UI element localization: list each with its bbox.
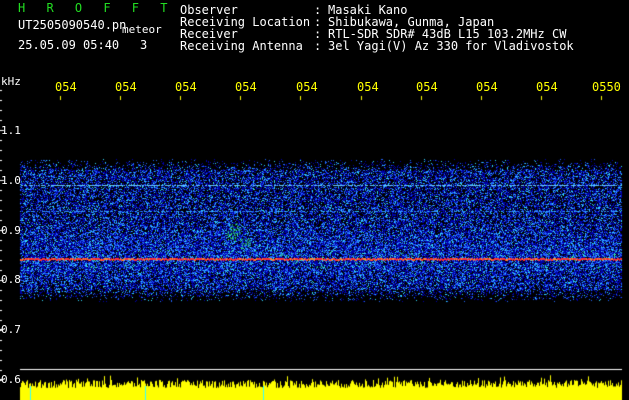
waterfall-canvas — [0, 0, 629, 400]
x-tick: 054 — [296, 80, 318, 94]
x-tick: 054 — [476, 80, 498, 94]
x-tick: 0550 — [592, 80, 621, 94]
y-tick: 1.1 — [1, 124, 21, 137]
antenna-value: 3el Yagi(V) Az 330 for Vladivostok — [328, 39, 574, 53]
antenna-label: Receiving Antenna — [180, 39, 303, 53]
y-unit-label: kHz — [1, 75, 21, 88]
x-tick: 054 — [536, 80, 558, 94]
x-tick: 054 — [55, 80, 77, 94]
x-tick: 054 — [175, 80, 197, 94]
filename-suffix: meteor — [122, 23, 162, 36]
y-tick: 0.7 — [1, 323, 21, 336]
antenna-colon: : — [314, 39, 322, 53]
y-tick: 1.0 — [1, 174, 21, 187]
y-tick: 0.9 — [1, 224, 21, 237]
datetime: 25.05.09 05:40 — [18, 38, 120, 52]
y-tick: 0.6 — [1, 373, 21, 386]
spectrogram-screen: H R O F F T UT2505090540.pn meteor 25.05… — [0, 0, 629, 400]
x-tick: 054 — [115, 80, 137, 94]
filename: UT2505090540.pn — [18, 18, 127, 32]
x-tick: 054 — [357, 80, 379, 94]
x-tick: 054 — [416, 80, 438, 94]
y-tick: 0.8 — [1, 273, 21, 286]
app-title: H R O F F T — [18, 1, 175, 15]
count: 3 — [140, 38, 148, 52]
x-tick: 054 — [235, 80, 257, 94]
